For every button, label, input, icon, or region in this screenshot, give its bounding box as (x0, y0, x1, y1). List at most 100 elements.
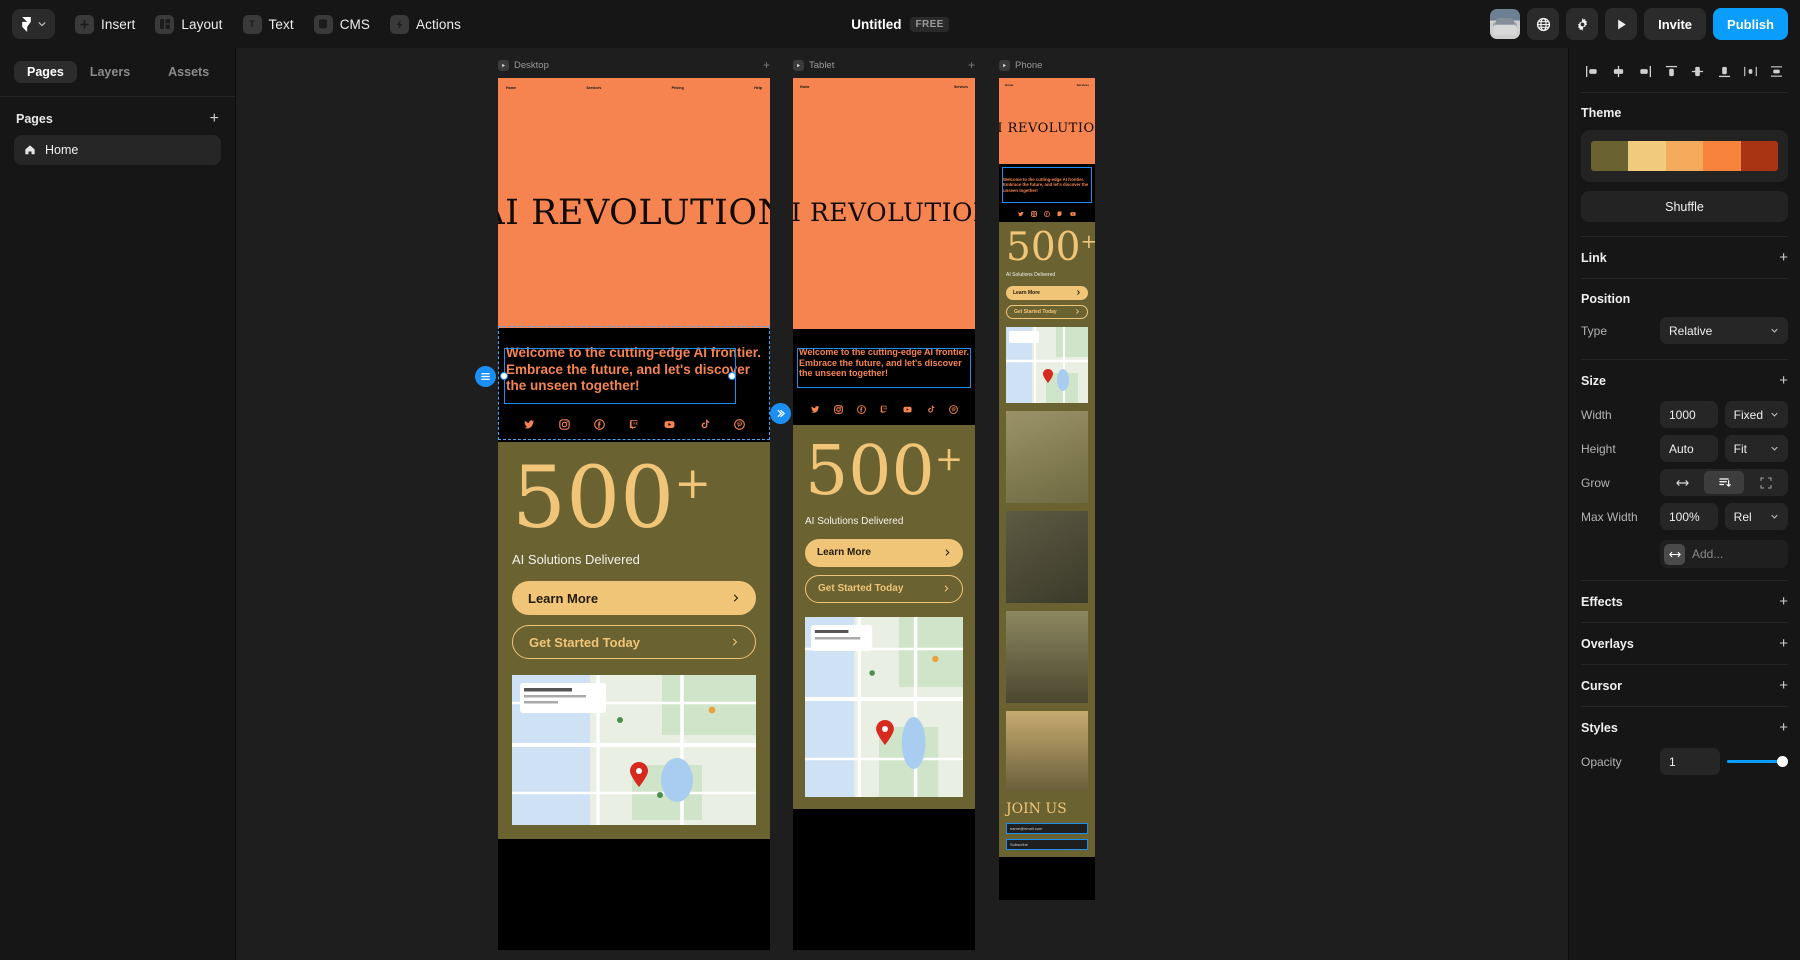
selection-handle-right[interactable] (728, 372, 736, 380)
gear-icon[interactable] (1566, 8, 1599, 40)
twitch-icon[interactable] (629, 419, 640, 430)
grow-vertical-icon[interactable] (1704, 471, 1744, 494)
height-input[interactable]: Auto (1660, 435, 1718, 462)
tagline-text[interactable]: Welcome to the cutting-edge AI frontier.… (506, 345, 762, 394)
pinterest-icon[interactable] (733, 418, 745, 430)
subscribe-button[interactable]: Subscribe (1006, 838, 1088, 850)
opacity-input[interactable]: 1 (1660, 748, 1720, 775)
cta-learn-more[interactable]: Learn More (805, 538, 963, 567)
preview-play-icon[interactable] (498, 59, 509, 71)
twitch-icon[interactable] (880, 405, 889, 414)
sidebar-item-home[interactable]: Home (14, 135, 221, 165)
site-navbar-phone[interactable]: Home Services (999, 78, 1095, 92)
cta-get-started[interactable]: Get Started Today (1006, 304, 1088, 319)
facebook-icon[interactable] (1044, 211, 1050, 217)
theme-swatch-4[interactable] (1703, 141, 1741, 171)
facebook-icon[interactable] (856, 404, 866, 414)
instagram-icon[interactable] (1031, 211, 1037, 217)
social-links-row-tablet[interactable] (793, 393, 975, 425)
site-navbar[interactable]: Home Services Pricing Help (498, 78, 770, 98)
plan-badge[interactable]: FREE (910, 16, 949, 32)
toolbar-insert[interactable]: Insert (69, 9, 145, 39)
cursor-add-button[interactable]: + (1779, 678, 1788, 693)
align-center-vertical-icon[interactable] (1687, 60, 1709, 82)
cta-learn-more[interactable]: Learn More (512, 581, 756, 616)
email-input[interactable]: name@email.com (1006, 822, 1088, 834)
tab-layers[interactable]: Layers (77, 61, 143, 84)
nav-item-home[interactable]: Home (800, 85, 809, 89)
instagram-icon[interactable] (833, 404, 843, 414)
hero-section-phone[interactable]: AI REVOLUTION (999, 92, 1095, 164)
social-links-row-phone[interactable] (999, 206, 1095, 222)
pinterest-icon[interactable] (948, 404, 958, 414)
invite-button[interactable]: Invite (1644, 8, 1707, 40)
distribute-horizontal-icon[interactable] (1740, 60, 1762, 82)
youtube-icon[interactable] (1070, 211, 1076, 217)
preview-play-icon[interactable] (999, 59, 1010, 71)
stat-section-phone[interactable]: 500 + AI Solutions Delivered Learn More … (999, 222, 1095, 857)
youtube-icon[interactable] (902, 405, 912, 414)
frame-desktop-body[interactable]: Home Services Pricing Help AI REVOLUTION… (498, 78, 770, 950)
app-logo-button[interactable] (12, 9, 55, 39)
cta-get-started[interactable]: Get Started Today (512, 625, 756, 660)
align-right-icon[interactable] (1634, 60, 1656, 82)
user-avatar[interactable] (1490, 9, 1521, 39)
theme-swatch-5[interactable] (1740, 141, 1778, 171)
toolbar-cms[interactable]: CMS (308, 9, 380, 39)
site-navbar-tablet[interactable]: Home Services (793, 78, 975, 96)
map-embed[interactable] (1006, 326, 1088, 403)
youtube-icon[interactable] (664, 419, 675, 430)
publish-button[interactable]: Publish (1713, 8, 1788, 40)
gallery-image-4[interactable] (1006, 710, 1088, 791)
nav-item-services[interactable]: Services (954, 85, 968, 89)
nav-item-services[interactable]: Services (1077, 83, 1089, 87)
facebook-icon[interactable] (593, 418, 605, 430)
stack-list-icon[interactable] (475, 366, 496, 387)
gallery-image-1[interactable] (1006, 410, 1088, 503)
toolbar-actions[interactable]: Actions (384, 9, 471, 39)
globe-icon[interactable] (1527, 8, 1560, 40)
theme-swatch-3[interactable] (1665, 141, 1704, 171)
nav-item-home[interactable]: Home (1005, 83, 1013, 87)
cta-get-started[interactable]: Get Started Today (805, 574, 963, 603)
width-mode-select[interactable]: Fixed (1724, 401, 1788, 428)
grow-both-icon[interactable] (1746, 471, 1786, 494)
shuffle-button[interactable]: Shuffle (1581, 191, 1788, 222)
add-page-button[interactable]: + (210, 111, 219, 127)
map-embed[interactable] (805, 616, 963, 797)
tagline-section[interactable]: Welcome to the cutting-edge AI frontier.… (498, 328, 770, 406)
nav-item-home[interactable]: Home (506, 86, 516, 90)
align-left-icon[interactable] (1581, 60, 1603, 82)
gallery-image-3[interactable] (1006, 610, 1088, 703)
twitter-icon[interactable] (1018, 211, 1024, 217)
document-title[interactable]: Untitled (851, 17, 901, 32)
frame-phone-label-row[interactable]: Phone (999, 58, 1095, 72)
theme-swatch-1[interactable] (1591, 141, 1629, 171)
opacity-slider[interactable] (1727, 748, 1788, 775)
frame-phone-body[interactable]: Home Services AI REVOLUTION Welcome to t… (999, 78, 1095, 900)
tagline-section-tablet[interactable]: Welcome to the cutting-edge AI frontier.… (793, 329, 975, 393)
frame-tablet-label-row[interactable]: Tablet + (793, 58, 975, 72)
theme-swatches[interactable] (1591, 141, 1778, 171)
toolbar-text[interactable]: T Text (237, 9, 304, 39)
height-mode-select[interactable]: Fit (1724, 435, 1788, 462)
size-add-button[interactable]: + (1779, 373, 1788, 388)
tiktok-icon[interactable] (699, 419, 710, 430)
max-width-input[interactable]: 100% (1660, 503, 1718, 530)
max-width-mode-select[interactable]: Rel (1724, 503, 1788, 530)
stat-section-tablet[interactable]: 500 + AI Solutions Delivered Learn More … (793, 425, 975, 809)
width-input[interactable]: 1000 (1660, 401, 1718, 428)
tiktok-icon[interactable] (926, 405, 935, 414)
hero-section[interactable]: AI REVOLUTION (498, 98, 770, 328)
social-links-row[interactable] (498, 406, 770, 442)
add-constraint-button[interactable]: Add... (1660, 540, 1788, 568)
frame-desktop-label-row[interactable]: Desktop + (498, 58, 770, 72)
link-add-button[interactable]: + (1779, 250, 1788, 265)
preview-play-icon[interactable] (793, 59, 804, 71)
tagline-section-phone[interactable]: Welcome to the cutting-edge AI frontier.… (999, 164, 1095, 206)
align-bottom-icon[interactable] (1713, 60, 1735, 82)
design-canvas[interactable]: Desktop + Home Services Pricing Help AI … (236, 48, 1568, 960)
tagline-text[interactable]: Welcome to the cutting-edge AI frontier.… (799, 347, 969, 380)
selection-handle-left[interactable] (500, 372, 508, 380)
overlays-add-button[interactable]: + (1779, 636, 1788, 651)
